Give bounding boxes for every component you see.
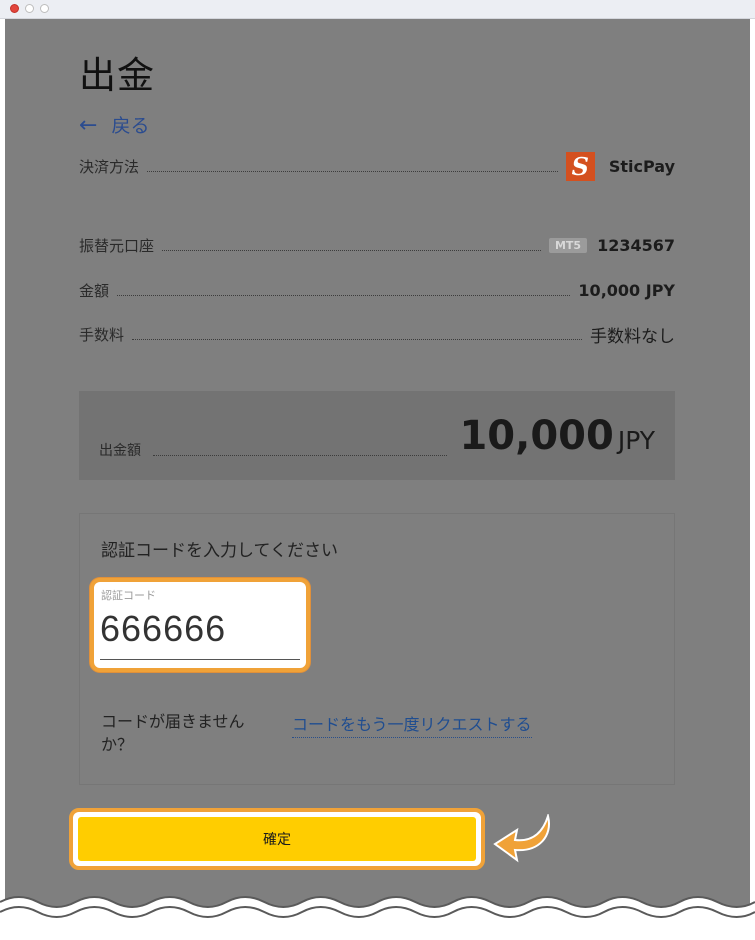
withdrawal-total-label: 出金額 [99, 442, 141, 459]
back-link[interactable]: ← 戻る [79, 111, 149, 138]
fee-label: 手数料 [79, 325, 125, 344]
no-code-text: コードが届きませんか？ [101, 712, 245, 754]
payment-method-label: 決済方法 [79, 157, 140, 176]
platform-badge: MT5 [548, 237, 588, 253]
back-label: 戻る [111, 115, 150, 137]
curved-arrow-icon [493, 814, 550, 863]
browser-window: 出金 ← 戻る 決済方法 S SticPay 振替元口座 MT5 1234567 … [0, 0, 755, 940]
withdrawal-page: 出金 ← 戻る 決済方法 S SticPay 振替元口座 MT5 1234567 … [5, 19, 750, 940]
torn-edge-divider [0, 896, 755, 940]
verification-code-input[interactable]: 666666 [100, 608, 226, 650]
amount-row: 金額 10,000 JPY [79, 279, 675, 301]
withdrawal-total-box: 出金額 10,000 JPY [79, 391, 675, 480]
confirm-button[interactable]: 確定 [78, 817, 476, 861]
leader-dots [162, 249, 541, 251]
resend-code-link[interactable]: コードをもう一度リクエストする [292, 711, 532, 738]
maximize-window-button[interactable] [40, 4, 49, 13]
source-account-row: 振替元口座 MT5 1234567 [79, 234, 675, 256]
fee-value: 手数料なし [590, 326, 675, 347]
leader-dots [132, 338, 582, 340]
input-underline [100, 659, 300, 660]
close-window-button[interactable] [10, 4, 19, 13]
payment-method-name: SticPay [608, 156, 675, 176]
minimize-window-button[interactable] [25, 4, 34, 13]
fee-row: 手数料 手数料なし [79, 323, 675, 347]
leader-dots [153, 455, 448, 456]
amount-value: 10,000 JPY [578, 280, 675, 300]
page-title: 出金 [79, 54, 155, 97]
leader-dots [147, 170, 558, 172]
verification-prompt: 認証コードを入力してください [101, 541, 338, 561]
source-account-value: MT5 1234567 [548, 235, 675, 255]
leader-dots [117, 294, 571, 296]
payment-method-value: S SticPay [565, 151, 675, 181]
verification-card: 認証コードを入力してください 認証コード 666666 コードが届きませんか？ … [79, 513, 675, 785]
verification-code-label: 認証コード [101, 589, 156, 602]
left-arrow-icon: ← [79, 113, 98, 138]
verification-code-field[interactable]: 認証コード 666666 [90, 578, 310, 672]
confirm-button-highlight: 確定 [69, 808, 485, 870]
withdrawal-total-currency: JPY [617, 425, 655, 455]
withdrawal-total-amount: 10,000 [459, 412, 614, 459]
withdrawal-total-value: 10,000 JPY [459, 413, 655, 459]
account-number: 1234567 [597, 235, 675, 255]
sticpay-logo-icon: S [565, 151, 595, 181]
amount-label: 金額 [79, 281, 110, 300]
source-account-label: 振替元口座 [79, 236, 155, 255]
payment-method-row: 決済方法 S SticPay [79, 151, 675, 181]
window-titlebar [0, 0, 755, 19]
